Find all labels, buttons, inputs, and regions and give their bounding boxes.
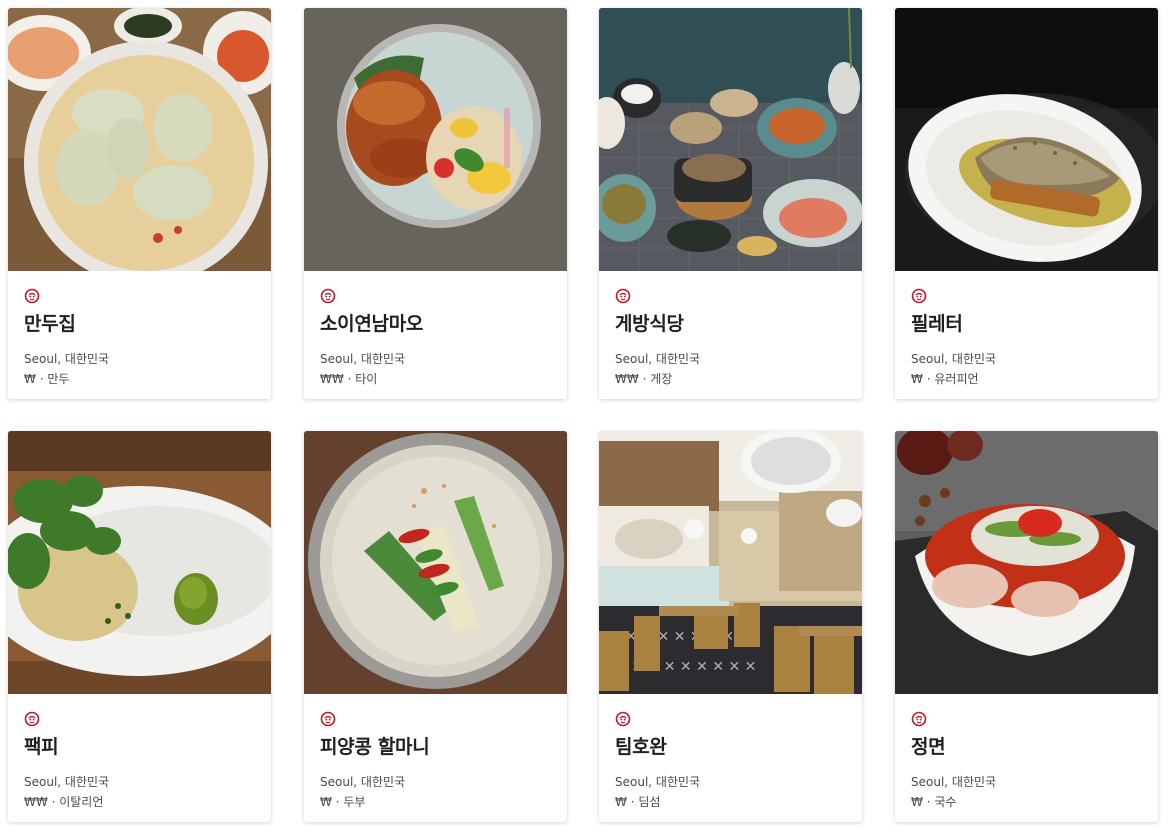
price-level: ₩ [911,795,923,809]
restaurant-photo-korean-table-spread[interactable] [599,8,862,271]
price-level: ₩ [320,795,332,809]
restaurant-name[interactable]: 팩피 [24,732,59,759]
separator: · [347,372,352,386]
restaurant-location: Seoul, 대한민국 [911,775,997,789]
cuisine-type: 유러피언 [934,372,979,386]
restaurant-price-cuisine: ₩₩ · 타이 [320,370,377,387]
price-level: ₩ [24,372,36,386]
restaurant-card-timhowan[interactable]: ✕ ✕ ✕ ✕ ✕ ✕ ✕ ✕ ✕ ✕ ✕ ✕ ✕ ✕ ✕ ✕ ✕ ✕ ✕ 팀호… [599,431,862,822]
restaurant-card-soiyeonnam[interactable]: 소이연남마오 Seoul, 대한민국 ₩₩ · 타이 [304,8,567,399]
restaurant-photo-dumpling-soup[interactable] [8,8,271,271]
restaurant-price-cuisine: ₩ · 유러피언 [911,370,979,387]
cuisine-type: 게장 [650,372,673,386]
price-level: ₩ [911,372,923,386]
svg-text:✕ ✕ ✕ ✕ ✕ ✕ ✕ ✕ ✕: ✕ ✕ ✕ ✕ ✕ ✕ ✕ ✕ ✕ [609,629,750,645]
restaurant-price-cuisine: ₩₩ · 게장 [615,370,672,387]
price-level: ₩₩ [24,795,48,809]
michelin-bib-gourmand-icon [320,711,336,727]
restaurant-location: Seoul, 대한민국 [615,352,701,366]
restaurant-name[interactable]: 팀호완 [615,732,667,759]
restaurant-photo-grilled-chicken-papaya-salad[interactable] [304,8,567,271]
cuisine-type: 두부 [343,795,366,809]
restaurant-photo-spicy-noodle-bowl[interactable] [895,431,1158,694]
michelin-bib-gourmand-icon [24,288,40,304]
restaurant-card-gebangsikdang[interactable]: 게방식당 Seoul, 대한민국 ₩₩ · 게장 [599,8,862,399]
restaurant-card-piyangkong-halmani[interactable]: 피양콩 할마니 Seoul, 대한민국 ₩ · 두부 [304,431,567,822]
restaurant-card-mandujip[interactable]: 만두집 Seoul, 대한민국 ₩ · 만두 [8,8,271,399]
restaurant-price-cuisine: ₩ · 두부 [320,793,365,810]
cuisine-type: 타이 [355,372,378,386]
michelin-bib-gourmand-icon [615,711,631,727]
restaurant-photo-soy-milk-noodles[interactable] [304,431,567,694]
cuisine-type: 만두 [47,372,70,386]
restaurant-photo-herb-pasta-plate[interactable] [8,431,271,694]
restaurant-card-pilleter[interactable]: 필레터 Seoul, 대한민국 ₩ · 유러피언 [895,8,1158,399]
price-level: ₩ [615,795,627,809]
cuisine-type: 국수 [934,795,957,809]
restaurant-name[interactable]: 소이연남마오 [320,309,423,336]
price-level: ₩₩ [320,372,344,386]
restaurant-name[interactable]: 정면 [911,732,946,759]
restaurant-location: Seoul, 대한민국 [320,352,406,366]
michelin-bib-gourmand-icon [320,288,336,304]
restaurant-location: Seoul, 대한민국 [911,352,997,366]
restaurant-name[interactable]: 피양콩 할마니 [320,732,430,759]
restaurant-card-paekpi[interactable]: 팩피 Seoul, 대한민국 ₩₩ · 이탈리언 [8,431,271,822]
separator: · [335,795,340,809]
separator: · [642,372,647,386]
restaurant-price-cuisine: ₩ · 딤섬 [615,793,660,810]
separator: · [630,795,635,809]
separator: · [39,372,44,386]
restaurant-location: Seoul, 대한민국 [24,775,110,789]
restaurant-name[interactable]: 필레터 [911,309,963,336]
separator: · [926,795,931,809]
restaurant-location: Seoul, 대한민국 [320,775,406,789]
michelin-bib-gourmand-icon [911,711,927,727]
restaurant-photo-restaurant-interior[interactable]: ✕ ✕ ✕ ✕ ✕ ✕ ✕ ✕ ✕ ✕ ✕ ✕ ✕ ✕ ✕ ✕ ✕ ✕ ✕ [599,431,862,694]
michelin-bib-gourmand-icon [615,288,631,304]
restaurant-location: Seoul, 대한민국 [24,352,110,366]
restaurant-name[interactable]: 만두집 [24,309,76,336]
cuisine-type: 딤섬 [638,795,661,809]
cuisine-type: 이탈리언 [59,795,104,809]
michelin-bib-gourmand-icon [911,288,927,304]
restaurant-price-cuisine: ₩₩ · 이탈리언 [24,793,103,810]
restaurant-price-cuisine: ₩ · 국수 [911,793,956,810]
restaurant-price-cuisine: ₩ · 만두 [24,370,69,387]
restaurant-card-jeongmyeon[interactable]: 정면 Seoul, 대한민국 ₩ · 국수 [895,431,1158,822]
restaurant-location: Seoul, 대한민국 [615,775,701,789]
restaurant-name[interactable]: 게방식당 [615,309,684,336]
separator: · [926,372,931,386]
michelin-bib-gourmand-icon [24,711,40,727]
separator: · [51,795,56,809]
price-level: ₩₩ [615,372,639,386]
restaurant-photo-fish-fillet-plate[interactable] [895,8,1158,271]
